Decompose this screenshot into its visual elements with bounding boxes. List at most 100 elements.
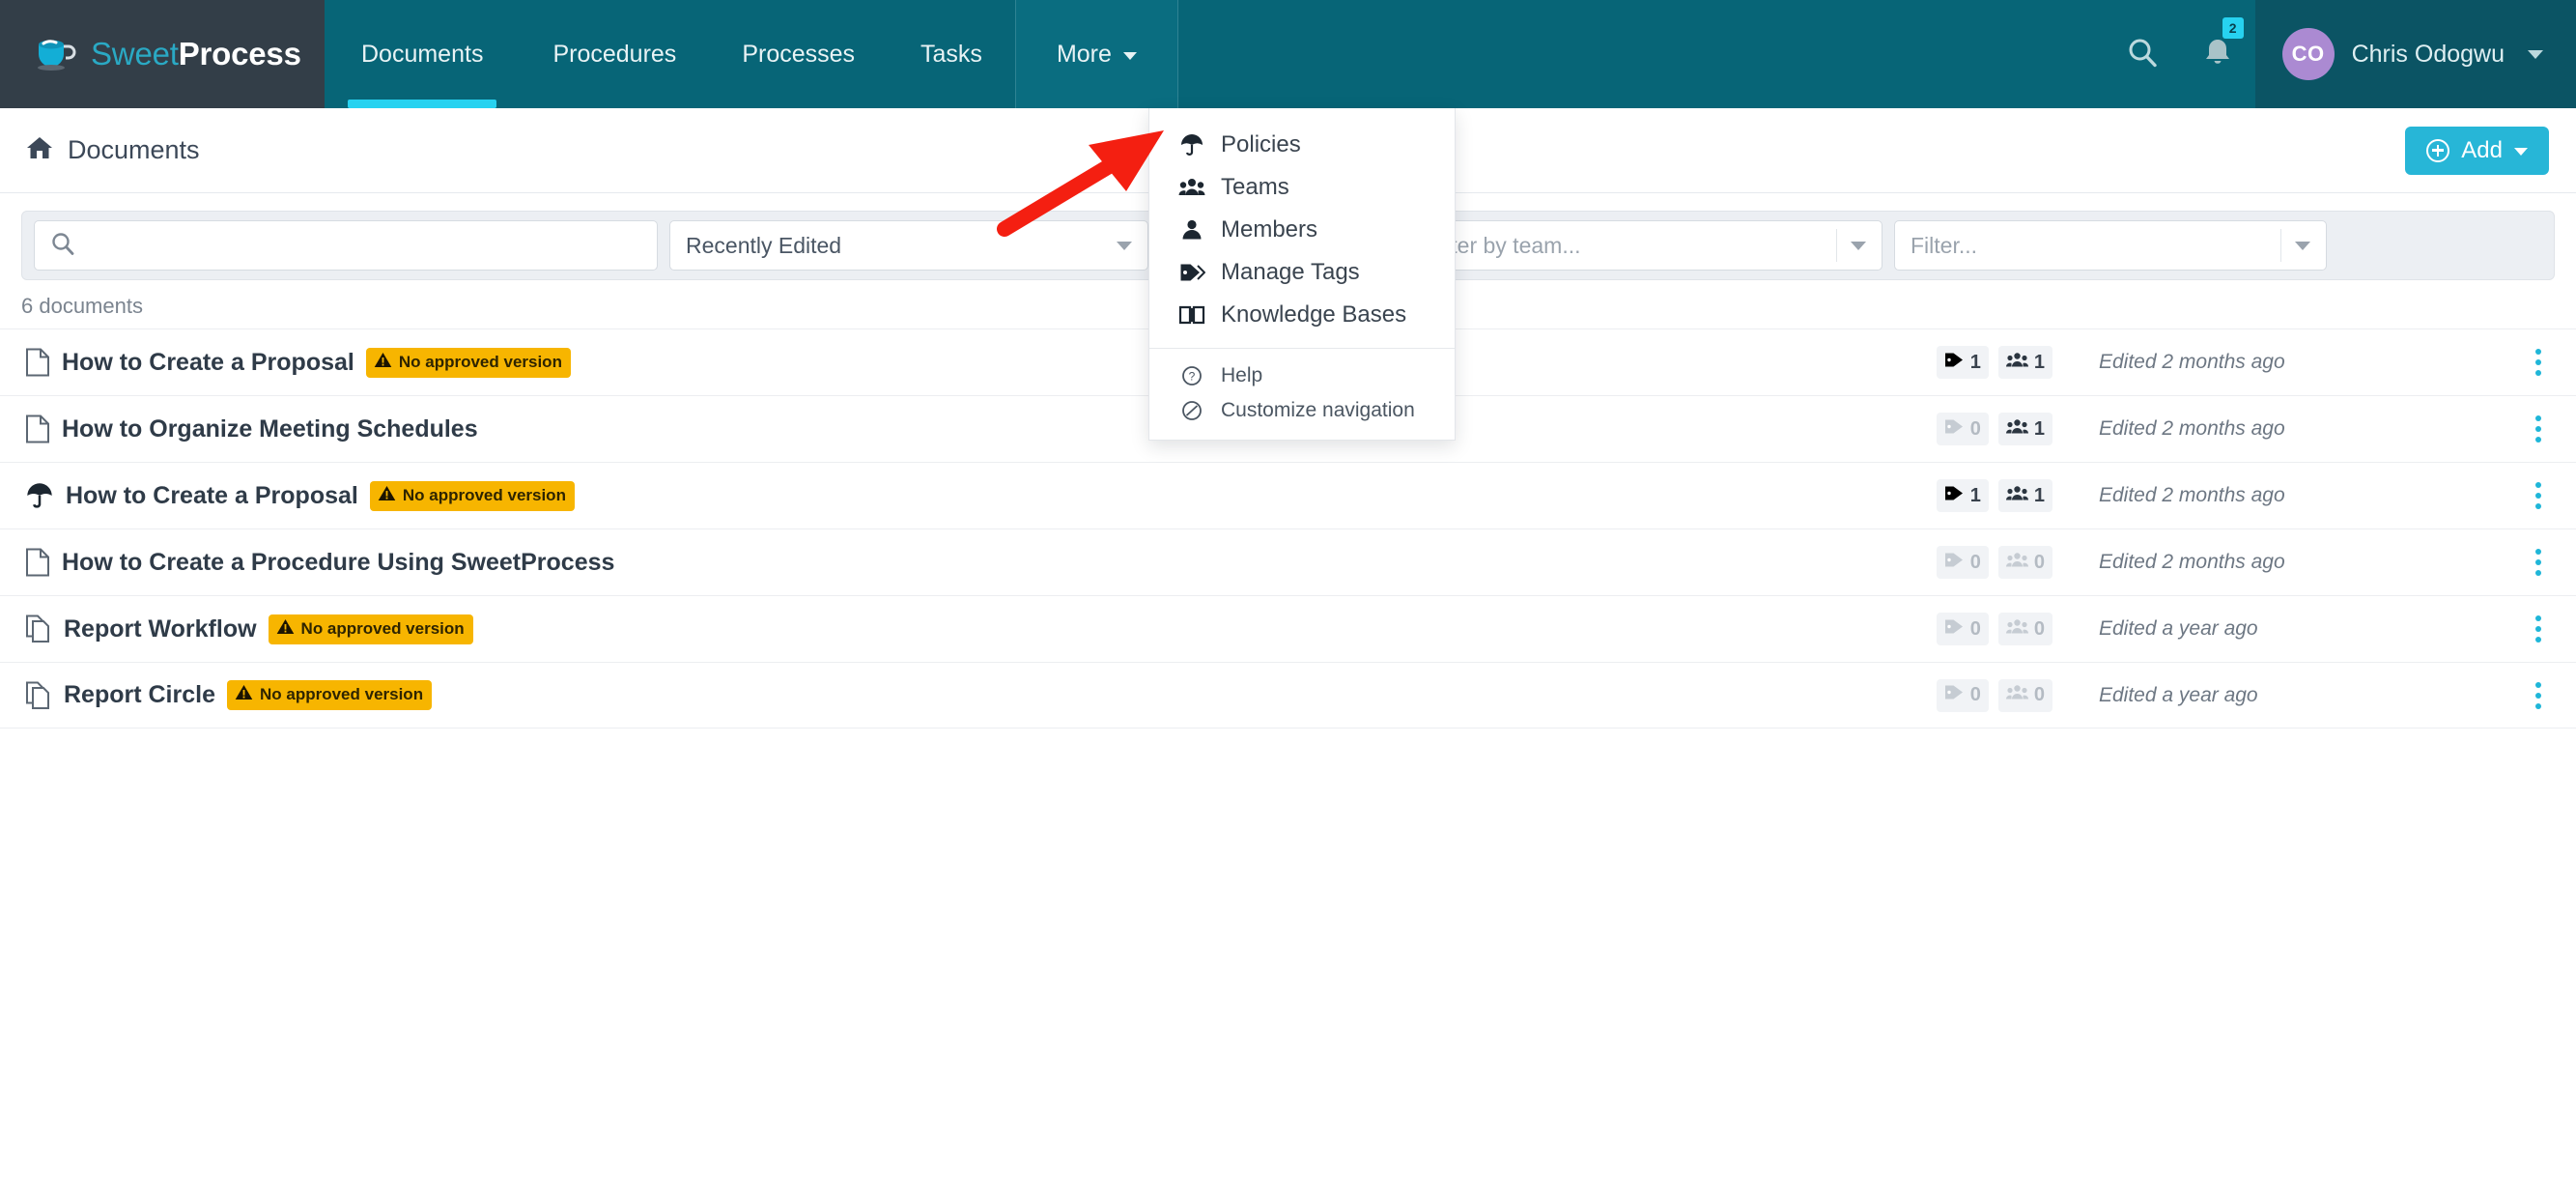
- tab-processes[interactable]: Processes: [709, 0, 888, 108]
- document-row[interactable]: How to Create a Procedure Using SweetPro…: [0, 529, 2576, 595]
- menu-item-customize-navigation[interactable]: Customize navigation: [1149, 393, 1455, 428]
- document-title[interactable]: How to Create a Proposal: [66, 482, 358, 510]
- document-title[interactable]: How to Create a Proposal: [62, 349, 354, 377]
- search-field-wrapper[interactable]: [34, 220, 658, 271]
- add-button-label: Add: [2461, 136, 2503, 163]
- tag-count-value: 0: [1969, 417, 1981, 440]
- document-title[interactable]: Report Workflow: [64, 615, 257, 643]
- menu-item-members-label: Members: [1221, 216, 1318, 243]
- team-count-value: 0: [2033, 684, 2045, 705]
- process-copy-icon: [25, 681, 52, 710]
- document-row[interactable]: Report Circle No approved version 0 0 Edited…: [0, 662, 2576, 729]
- tag-count-badge[interactable]: 0: [1936, 613, 1989, 645]
- warning-triangle-icon: [235, 684, 253, 705]
- tag-count-badge[interactable]: 0: [1936, 546, 1989, 579]
- menu-item-manage-tags[interactable]: Manage Tags: [1149, 251, 1455, 294]
- team-count-badge[interactable]: 0: [1997, 678, 2052, 712]
- status-badge-no-approved-version: No approved version: [226, 680, 433, 710]
- row-actions-menu[interactable]: [2522, 681, 2555, 709]
- document-title[interactable]: How to Create a Procedure Using SweetPro…: [62, 549, 614, 577]
- brand-logo-area[interactable]: SweetProcess: [0, 0, 325, 108]
- user-name: Chris Odogwu: [2351, 40, 2505, 68]
- users-group-icon: [2005, 617, 2028, 642]
- tab-more[interactable]: More: [1014, 0, 1178, 108]
- row-actions-menu[interactable]: [2522, 549, 2555, 576]
- menu-item-policies[interactable]: Policies: [1149, 124, 1455, 166]
- team-filter-select[interactable]: Filter by team...: [1411, 220, 1882, 271]
- search-button[interactable]: [2105, 0, 2180, 108]
- tag-icon: [1944, 683, 1965, 707]
- tab-tasks-label: Tasks: [920, 40, 982, 68]
- document-title-group[interactable]: How to Create a Proposal No approved vers…: [25, 347, 571, 378]
- tab-tasks[interactable]: Tasks: [888, 0, 1015, 108]
- last-edited-label: Edited 2 months ago: [2099, 551, 2285, 573]
- notification-badge: 2: [2222, 17, 2244, 39]
- row-actions-menu[interactable]: [2522, 482, 2555, 509]
- bell-icon: [2202, 36, 2233, 73]
- team-count-value: 0: [2033, 617, 2045, 640]
- document-title-group[interactable]: How to Create a Procedure Using SweetPro…: [25, 548, 614, 577]
- menu-item-knowledge-bases[interactable]: Knowledge Bases: [1149, 294, 1455, 336]
- search-icon: [50, 231, 75, 261]
- document-row[interactable]: How to Create a Proposal No approved vers…: [0, 462, 2576, 529]
- last-edited-label: Edited 2 months ago: [2099, 417, 2285, 440]
- add-button[interactable]: Add: [2405, 126, 2549, 175]
- team-count-value: 1: [2033, 484, 2045, 506]
- document-title-group[interactable]: How to Create a Proposal No approved vers…: [25, 480, 575, 511]
- document-title-group[interactable]: Report Circle No approved version: [25, 680, 433, 710]
- chevron-down-icon: [1851, 241, 1866, 250]
- status-badge-no-approved-version: No approved version: [369, 480, 575, 511]
- document-title[interactable]: How to Organize Meeting Schedules: [62, 415, 478, 443]
- warning-triangle-icon: [378, 485, 396, 506]
- chevron-down-icon: [2295, 241, 2310, 250]
- user-icon: [1178, 218, 1205, 242]
- status-badge-label: No approved version: [300, 618, 465, 638]
- document-icon: [25, 348, 50, 377]
- chevron-down-icon: [2528, 49, 2543, 59]
- team-count-badge[interactable]: 1: [1997, 479, 2052, 512]
- team-count-badge[interactable]: 1: [1997, 346, 2052, 379]
- users-group-icon: [2005, 551, 2028, 575]
- general-filter-select[interactable]: Filter...: [1894, 220, 2327, 271]
- document-icon: [25, 414, 50, 443]
- row-actions-menu[interactable]: [2522, 349, 2555, 376]
- breadcrumb[interactable]: Documents: [25, 134, 200, 166]
- tag-count-badge[interactable]: 1: [1936, 346, 1989, 379]
- chevron-down-icon: [1122, 52, 1137, 60]
- warning-triangle-icon: [374, 352, 392, 373]
- status-badge-no-approved-version: No approved version: [365, 347, 571, 378]
- users-group-icon: [2005, 484, 2028, 508]
- row-actions-menu[interactable]: [2522, 415, 2555, 443]
- team-count-badge[interactable]: 0: [1997, 546, 2052, 579]
- document-row[interactable]: Report Workflow No approved version 0 0 Edit…: [0, 595, 2576, 662]
- document-title[interactable]: Report Circle: [64, 681, 215, 709]
- tag-count-badge[interactable]: 0: [1936, 678, 1989, 712]
- status-badge-no-approved-version: No approved version: [268, 614, 473, 644]
- search-icon: [2126, 36, 2159, 73]
- menu-item-members[interactable]: Members: [1149, 209, 1455, 251]
- team-count-value: 0: [2033, 551, 2045, 573]
- menu-item-teams[interactable]: Teams: [1149, 166, 1455, 209]
- menu-item-help[interactable]: ? Help: [1149, 358, 1455, 393]
- breadcrumb-label: Documents: [68, 135, 200, 164]
- notifications-button[interactable]: 2: [2180, 0, 2255, 108]
- umbrella-icon: [25, 481, 54, 510]
- user-menu[interactable]: CO Chris Odogwu: [2254, 0, 2576, 108]
- document-title-group[interactable]: How to Organize Meeting Schedules: [25, 414, 478, 443]
- tag-icon: [1178, 261, 1205, 284]
- tab-more-label: More: [1056, 40, 1112, 68]
- team-count-value: 1: [2033, 351, 2045, 373]
- tag-count-badge[interactable]: 1: [1936, 479, 1989, 512]
- tab-documents[interactable]: Documents: [325, 0, 520, 108]
- row-actions-menu[interactable]: [2522, 615, 2555, 643]
- tab-procedures[interactable]: Procedures: [520, 0, 709, 108]
- last-edited-label: Edited a year ago: [2099, 617, 2258, 640]
- document-meta: 00: [1936, 613, 2052, 645]
- sort-select[interactable]: Recently Edited: [669, 220, 1148, 271]
- sort-select-value: Recently Edited: [686, 232, 842, 258]
- tag-count-badge[interactable]: 0: [1936, 413, 1989, 445]
- search-input[interactable]: [87, 232, 657, 259]
- document-title-group[interactable]: Report Workflow No approved version: [25, 614, 473, 644]
- team-count-badge[interactable]: 1: [1997, 413, 2052, 445]
- team-count-badge[interactable]: 0: [1997, 613, 2052, 645]
